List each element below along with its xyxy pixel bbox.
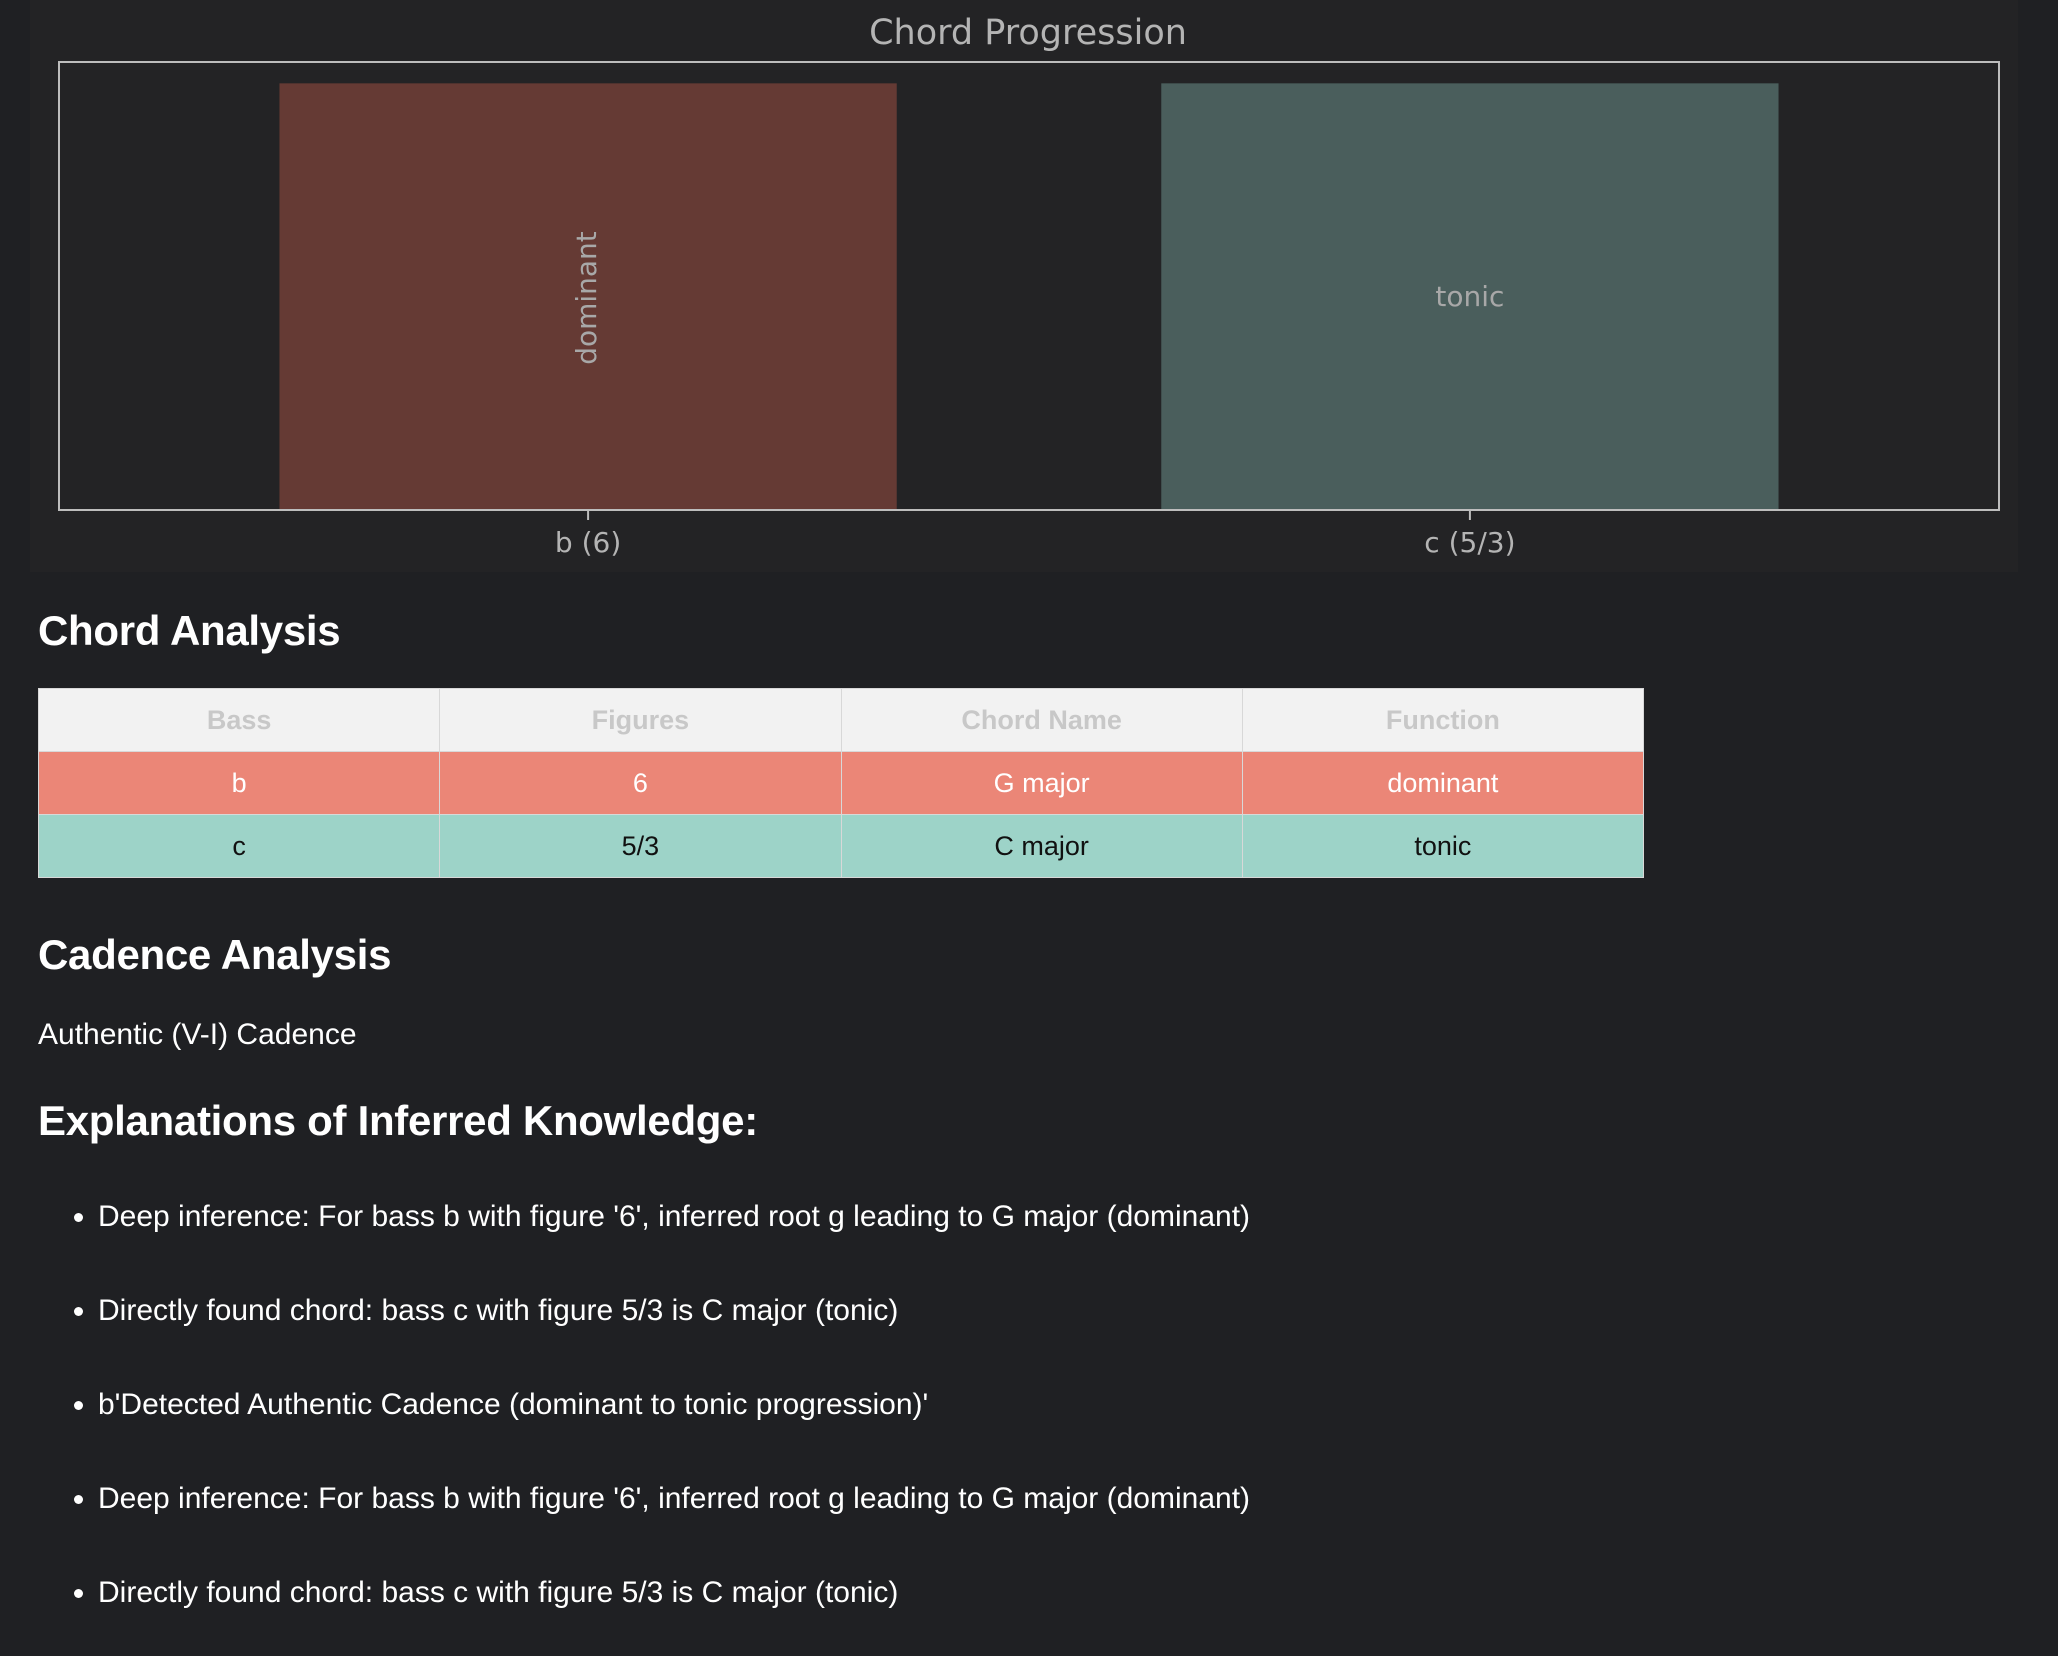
cell-chord-name: G major bbox=[840, 751, 1243, 815]
column-header-chord-name: Chord Name bbox=[840, 688, 1243, 752]
table-header-row: Bass Figures Chord Name Function bbox=[37, 688, 1645, 752]
column-header-bass: Bass bbox=[37, 688, 441, 752]
x-axis-ticks: b (6) c (5/3) bbox=[555, 510, 1516, 559]
column-header-function: Function bbox=[1241, 688, 1645, 752]
table-row: b 6 G major dominant bbox=[37, 751, 1645, 815]
x-tick-label: c (5/3) bbox=[1424, 526, 1515, 559]
page: Chord Progression dominant tonic b (6) c (… bbox=[0, 0, 2058, 1656]
list-item: Directly found chord: bass c with figure… bbox=[98, 1264, 1250, 1358]
bars-layer: dominant tonic bbox=[279, 83, 1779, 510]
cell-chord-name: C major bbox=[840, 814, 1243, 878]
column-header-figures: Figures bbox=[439, 688, 842, 752]
chart-canvas: Chord Progression dominant tonic b (6) c (… bbox=[58, 13, 2000, 559]
explanations-list: Deep inference: For bass b with figure '… bbox=[38, 1170, 1250, 1640]
explanations-heading: Explanations of Inferred Knowledge: bbox=[38, 1097, 758, 1144]
table-row: c 5/3 C major tonic bbox=[37, 814, 1645, 878]
cell-figures: 5/3 bbox=[439, 814, 842, 878]
cell-function: tonic bbox=[1241, 814, 1645, 878]
bar-label: tonic bbox=[1435, 280, 1504, 313]
bar-label: dominant bbox=[570, 231, 603, 365]
cell-bass: c bbox=[37, 814, 441, 878]
cell-function: dominant bbox=[1241, 751, 1645, 815]
chord-analysis-heading: Chord Analysis bbox=[38, 607, 341, 654]
list-item: Directly found chord: bass c with figure… bbox=[98, 1546, 1250, 1640]
list-item: Deep inference: For bass b with figure '… bbox=[98, 1170, 1250, 1264]
cell-figures: 6 bbox=[439, 751, 842, 815]
chord-analysis-table: Bass Figures Chord Name Function b 6 G m… bbox=[37, 688, 1645, 878]
x-tick-label: b (6) bbox=[555, 526, 621, 559]
list-item: b'Detected Authentic Cadence (dominant t… bbox=[98, 1358, 1250, 1452]
cadence-analysis-heading: Cadence Analysis bbox=[38, 931, 392, 978]
list-item: Deep inference: For bass b with figure '… bbox=[98, 1452, 1250, 1546]
cell-bass: b bbox=[37, 751, 441, 815]
chord-progression-chart: Chord Progression dominant tonic b (6) c (… bbox=[30, 0, 2018, 572]
chart-title: Chord Progression bbox=[869, 13, 1187, 53]
cadence-result-text: Authentic (V-I) Cadence bbox=[38, 1018, 357, 1051]
